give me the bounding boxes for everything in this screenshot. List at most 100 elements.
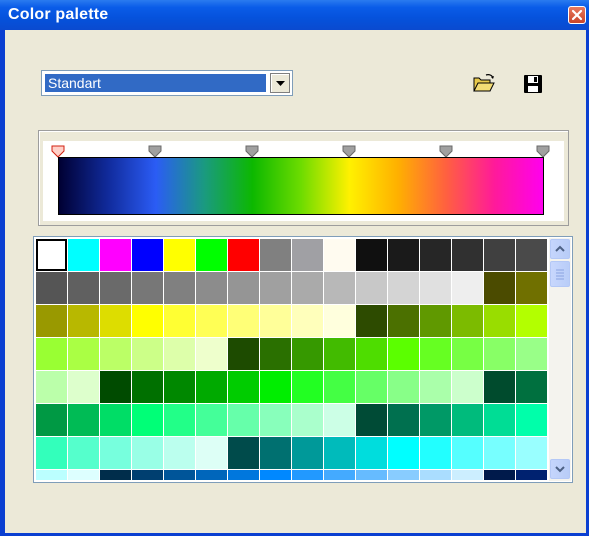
color-swatch[interactable] bbox=[356, 305, 387, 337]
color-swatch[interactable] bbox=[164, 272, 195, 304]
color-swatch[interactable] bbox=[356, 470, 387, 480]
color-swatch[interactable] bbox=[388, 404, 419, 436]
color-swatch[interactable] bbox=[132, 239, 163, 271]
scroll-thumb[interactable] bbox=[550, 261, 570, 287]
color-swatch[interactable] bbox=[36, 338, 67, 370]
color-swatch[interactable] bbox=[164, 470, 195, 480]
color-swatch[interactable] bbox=[292, 305, 323, 337]
color-swatch[interactable] bbox=[516, 371, 547, 403]
color-swatch[interactable] bbox=[324, 437, 355, 469]
color-swatch[interactable] bbox=[100, 371, 131, 403]
color-swatch[interactable] bbox=[388, 338, 419, 370]
color-swatch[interactable] bbox=[132, 305, 163, 337]
color-swatch[interactable] bbox=[356, 404, 387, 436]
color-swatch[interactable] bbox=[388, 239, 419, 271]
save-palette-button[interactable] bbox=[523, 74, 543, 99]
color-swatch[interactable] bbox=[484, 404, 515, 436]
color-swatch[interactable] bbox=[132, 470, 163, 480]
color-swatch[interactable] bbox=[132, 404, 163, 436]
color-swatch[interactable] bbox=[516, 404, 547, 436]
palette-dropdown[interactable]: Standart bbox=[41, 70, 293, 96]
close-button[interactable] bbox=[568, 6, 586, 24]
color-swatch[interactable] bbox=[324, 404, 355, 436]
color-swatch[interactable] bbox=[36, 305, 67, 337]
color-swatch[interactable] bbox=[452, 239, 483, 271]
color-swatch[interactable] bbox=[36, 404, 67, 436]
color-swatch[interactable] bbox=[388, 305, 419, 337]
color-swatch[interactable] bbox=[100, 470, 131, 480]
color-swatch[interactable] bbox=[452, 371, 483, 403]
color-swatch[interactable] bbox=[388, 272, 419, 304]
color-swatch[interactable] bbox=[228, 404, 259, 436]
color-swatch[interactable] bbox=[260, 437, 291, 469]
open-palette-button[interactable] bbox=[473, 74, 495, 97]
color-swatch[interactable] bbox=[68, 272, 99, 304]
color-swatch[interactable] bbox=[260, 239, 291, 271]
color-swatch[interactable] bbox=[356, 371, 387, 403]
color-swatch[interactable] bbox=[420, 404, 451, 436]
color-swatch[interactable] bbox=[36, 239, 67, 271]
color-swatch[interactable] bbox=[484, 239, 515, 271]
color-swatch[interactable] bbox=[324, 470, 355, 480]
color-swatch[interactable] bbox=[452, 404, 483, 436]
color-swatch[interactable] bbox=[356, 272, 387, 304]
scroll-up-button[interactable] bbox=[550, 239, 570, 259]
color-swatch[interactable] bbox=[388, 437, 419, 469]
color-swatch[interactable] bbox=[516, 272, 547, 304]
color-swatch[interactable] bbox=[132, 338, 163, 370]
color-swatch[interactable] bbox=[228, 470, 259, 480]
color-swatch[interactable] bbox=[292, 404, 323, 436]
color-swatch[interactable] bbox=[420, 272, 451, 304]
color-swatch[interactable] bbox=[356, 239, 387, 271]
color-swatch[interactable] bbox=[36, 470, 67, 480]
color-swatch[interactable] bbox=[228, 272, 259, 304]
color-swatch[interactable] bbox=[100, 338, 131, 370]
color-swatch[interactable] bbox=[228, 338, 259, 370]
color-swatch[interactable] bbox=[260, 305, 291, 337]
color-swatch[interactable] bbox=[516, 305, 547, 337]
color-swatch[interactable] bbox=[292, 470, 323, 480]
color-swatch[interactable] bbox=[100, 305, 131, 337]
color-swatch[interactable] bbox=[484, 470, 515, 480]
color-swatch[interactable] bbox=[292, 239, 323, 271]
color-swatch[interactable] bbox=[420, 371, 451, 403]
color-swatch[interactable] bbox=[324, 272, 355, 304]
color-swatch[interactable] bbox=[452, 272, 483, 304]
color-swatch[interactable] bbox=[68, 239, 99, 271]
color-swatch[interactable] bbox=[132, 437, 163, 469]
color-swatch[interactable] bbox=[68, 371, 99, 403]
color-swatch[interactable] bbox=[228, 371, 259, 403]
color-swatch[interactable] bbox=[292, 338, 323, 370]
color-swatch[interactable] bbox=[100, 272, 131, 304]
color-swatch[interactable] bbox=[388, 470, 419, 480]
color-swatch[interactable] bbox=[356, 338, 387, 370]
color-swatch[interactable] bbox=[68, 437, 99, 469]
color-swatch[interactable] bbox=[420, 470, 451, 480]
vertical-scrollbar[interactable] bbox=[549, 238, 571, 481]
color-swatch[interactable] bbox=[484, 272, 515, 304]
color-swatch[interactable] bbox=[132, 272, 163, 304]
color-swatch[interactable] bbox=[484, 338, 515, 370]
color-swatch[interactable] bbox=[324, 338, 355, 370]
color-swatch[interactable] bbox=[516, 239, 547, 271]
color-swatch[interactable] bbox=[228, 305, 259, 337]
color-swatch[interactable] bbox=[452, 470, 483, 480]
color-swatch[interactable] bbox=[100, 404, 131, 436]
gradient-stop-marker[interactable] bbox=[51, 145, 65, 158]
gradient-stop-marker[interactable] bbox=[148, 145, 162, 158]
gradient-stop-marker[interactable] bbox=[342, 145, 356, 158]
scroll-down-button[interactable] bbox=[550, 459, 570, 479]
color-swatch[interactable] bbox=[356, 437, 387, 469]
color-swatch[interactable] bbox=[420, 338, 451, 370]
color-swatch[interactable] bbox=[228, 437, 259, 469]
color-swatch[interactable] bbox=[484, 437, 515, 469]
color-swatch[interactable] bbox=[100, 437, 131, 469]
color-swatch[interactable] bbox=[100, 239, 131, 271]
title-bar[interactable]: Color palette bbox=[0, 0, 589, 30]
color-swatch[interactable] bbox=[196, 305, 227, 337]
color-swatch[interactable] bbox=[68, 470, 99, 480]
gradient-stop-marker[interactable] bbox=[245, 145, 259, 158]
gradient-stop-marker[interactable] bbox=[439, 145, 453, 158]
color-swatch[interactable] bbox=[260, 338, 291, 370]
color-swatch[interactable] bbox=[516, 470, 547, 480]
